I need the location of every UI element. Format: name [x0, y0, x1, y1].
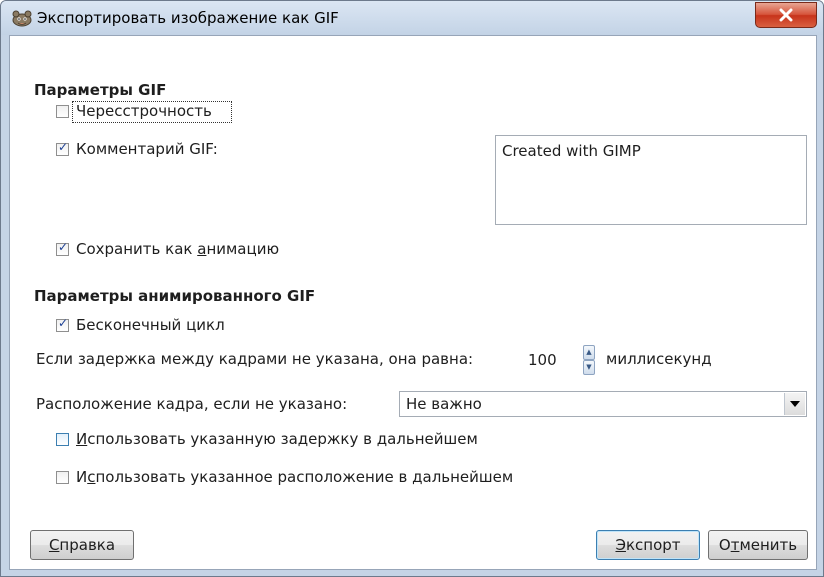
- loop-forever-checkbox[interactable]: ✓: [56, 316, 69, 332]
- label-part: И: [76, 468, 88, 486]
- use-delay-checkbox[interactable]: [56, 433, 69, 446]
- use-disposal-label[interactable]: Использовать указанное расположение в да…: [76, 468, 513, 486]
- help-button[interactable]: Справка: [30, 530, 134, 560]
- delay-spinner[interactable]: ▲ ▼: [583, 345, 595, 375]
- export-gif-dialog: Экспортировать изображение как GIF Парам…: [0, 0, 824, 577]
- label-part: Сохранить как: [76, 240, 198, 258]
- label-part: нимацию: [206, 240, 280, 258]
- window-title: Экспортировать изображение как GIF: [37, 9, 339, 27]
- mnemonic-char: Э: [615, 536, 626, 554]
- button-label: правка: [59, 536, 116, 554]
- check-icon: ✓: [58, 240, 69, 254]
- gif-comment-label[interactable]: Комментарий GIF:: [76, 140, 218, 158]
- gif-comment-textarea[interactable]: Created with GIMP: [495, 135, 807, 225]
- gif-params-heading: Параметры GIF: [34, 81, 167, 99]
- save-animation-checkbox[interactable]: ✓: [56, 240, 69, 256]
- label-part: пользовать указанное расположение в даль…: [95, 468, 514, 486]
- delay-label: Если задержка между кадрами не указана, …: [36, 350, 474, 368]
- delay-input[interactable]: 100: [524, 348, 580, 372]
- close-button[interactable]: [755, 2, 817, 28]
- save-animation-label[interactable]: Сохранить как анимацию: [76, 240, 279, 258]
- export-button[interactable]: Экспорт: [596, 530, 700, 560]
- button-label: О: [718, 536, 731, 554]
- use-disposal-checkbox[interactable]: [56, 471, 69, 484]
- dropdown-arrow-icon[interactable]: [784, 393, 805, 415]
- mnemonic-char: С: [48, 536, 60, 554]
- close-icon: [779, 8, 793, 22]
- title-bar[interactable]: Экспортировать изображение как GIF: [1, 1, 823, 35]
- interlace-label[interactable]: Чересстрочность: [76, 102, 212, 120]
- mnemonic-char: т: [730, 536, 740, 554]
- disposal-select[interactable]: Не важно: [399, 391, 807, 417]
- animation-params-heading: Параметры анимированного GIF: [34, 287, 316, 305]
- delay-unit: миллисекунд: [606, 350, 712, 368]
- spin-up-icon[interactable]: ▲: [583, 345, 595, 360]
- mnemonic-char: И: [76, 430, 88, 448]
- gif-comment-checkbox[interactable]: ✓: [56, 140, 69, 156]
- cancel-button[interactable]: От менить: [708, 530, 808, 560]
- gimp-icon: [12, 10, 32, 27]
- button-label: менить: [739, 536, 798, 554]
- label-part: спользовать указанную задержку в дальней…: [87, 430, 478, 448]
- button-label: кспорт: [625, 536, 681, 554]
- disposal-label: Расположение кадра, если не указано:: [36, 395, 348, 413]
- interlace-checkbox[interactable]: [56, 105, 69, 118]
- loop-forever-label[interactable]: Бесконечный цикл: [76, 316, 225, 334]
- gif-comment-text: Created with GIMP: [502, 142, 641, 160]
- check-icon: ✓: [58, 140, 69, 154]
- check-icon: ✓: [58, 316, 69, 330]
- disposal-selected: Не важно: [406, 395, 482, 413]
- dialog-content: Параметры GIF Чересстрочность ✓ Коммента…: [9, 35, 817, 570]
- use-delay-label[interactable]: Использовать указанную задержку в дальне…: [76, 430, 478, 448]
- spin-down-icon[interactable]: ▼: [583, 360, 595, 375]
